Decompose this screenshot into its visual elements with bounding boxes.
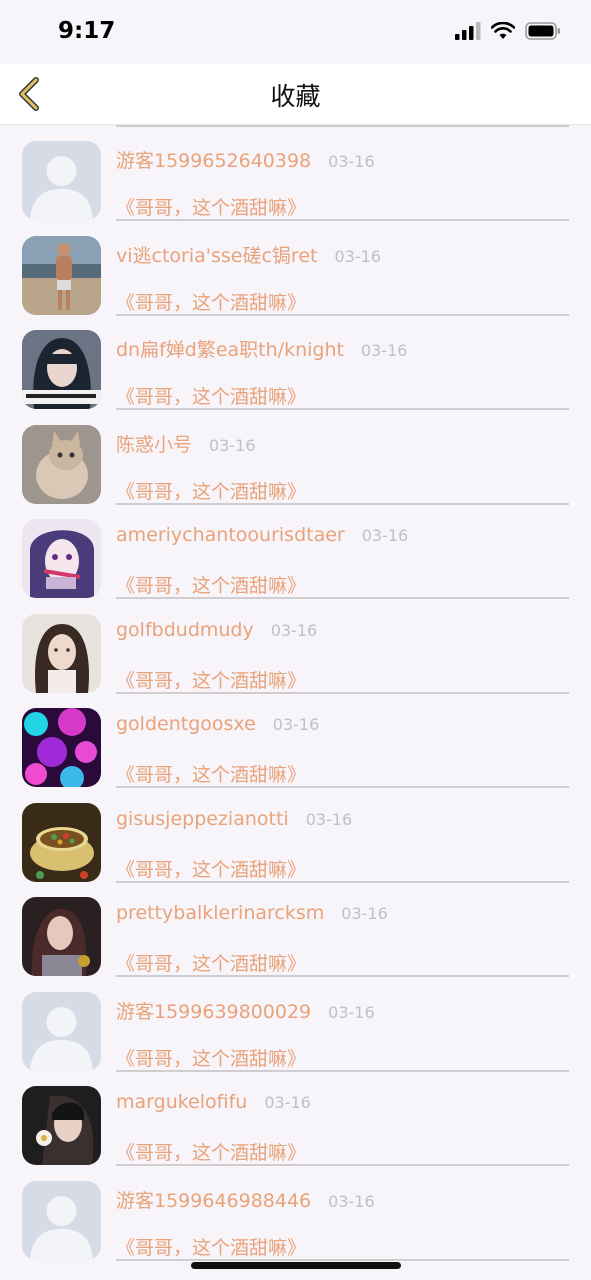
user-name[interactable]: 游客1599639800029 [116,997,311,1024]
avatar[interactable] [22,897,101,976]
item-quote[interactable]: 《哥哥，这个酒甜嘛》 [116,760,306,787]
avatar[interactable] [22,235,101,315]
item-header: vi逃ctoria'sse磋c锔ret 03-16 [116,241,381,268]
item-header: prettybalklerinarcksm 03-16 [116,902,388,924]
item-date: 03-16 [305,809,353,829]
item-header: 游客1599646988446 03-16 [116,1186,375,1213]
item-date: 03-16 [209,435,256,455]
avatar[interactable] [22,519,101,598]
user-name[interactable]: vi逃ctoria'sse磋c锔ret [116,241,317,268]
item-quote[interactable]: 《哥哥，这个酒甜嘛》 [116,1138,306,1165]
item-quote[interactable]: 《哥哥，这个酒甜嘛》 [116,949,306,976]
item-header: 陈惑小号 03-16 [116,430,256,457]
item-quote[interactable]: 《哥哥，这个酒甜嘛》 [116,855,306,882]
item-header: golfbdudmudy 03-16 [116,619,317,641]
list-item[interactable]: prettybalklerinarcksm 03-16 《哥哥，这个酒甜嘛》 [0,881,591,977]
list-item[interactable]: 游客1599639800029 03-16 《哥哥，这个酒甜嘛》 [0,976,591,1072]
list-item[interactable]: gisusjeppezianotti 03-16 《哥哥，这个酒甜嘛》 [0,787,591,883]
avatar[interactable] [22,1086,101,1165]
user-name[interactable]: gisusjeppezianotti [116,808,289,830]
list-item[interactable]: golfbdudmudy 03-16 《哥哥，这个酒甜嘛》 [0,598,591,694]
page-title: 收藏 [270,82,321,111]
list-divider [116,1258,569,1261]
list-item[interactable]: goldentgoosxe 03-16 《哥哥，这个酒甜嘛》 [0,692,591,788]
item-date: 03-16 [272,715,320,734]
item-header: goldentgoosxe 03-16 [116,713,319,735]
signal-icon [455,22,481,44]
item-date: 03-16 [360,341,408,360]
list-item[interactable]: ameriychantoourisdtaer 03-16 《哥哥，这个酒甜嘛》 [0,503,591,599]
item-quote[interactable]: 《哥哥，这个酒甜嘛》 [116,1233,306,1260]
avatar[interactable] [22,613,101,693]
avatar[interactable] [22,141,101,220]
wifi-icon [490,21,516,44]
user-name[interactable]: 陈惑小号 [116,430,192,457]
user-name[interactable]: margukelofifu [116,1091,247,1113]
item-header: dn扁f婵d繁ea职th/knight 03-16 [116,335,407,362]
item-header: 游客1599652640398 03-16 [116,146,375,173]
item-quote[interactable]: 《哥哥，这个酒甜嘛》 [116,382,306,409]
user-name[interactable]: 游客1599646988446 [116,1186,311,1213]
item-date: 03-16 [328,1002,375,1022]
user-name[interactable]: goldentgoosxe [116,713,256,735]
home-indicator [191,1262,401,1269]
item-header: margukelofifu 03-16 [116,1091,311,1113]
list-item[interactable]: dn扁f婵d繁ea职th/knight 03-16 《哥哥，这个酒甜嘛》 [0,314,591,410]
nav-bar: 收藏 [0,64,591,125]
item-date: 03-16 [334,246,381,266]
user-name[interactable]: golfbdudmudy [116,619,254,641]
item-date: 03-16 [270,620,318,640]
item-quote[interactable]: 《哥哥，这个酒甜嘛》 [116,666,306,693]
item-quote[interactable]: 《哥哥，这个酒甜嘛》 [116,288,306,315]
favorites-list[interactable]: 游客1599652640398 03-16 《哥哥，这个酒甜嘛》 vi逃ctoria'… [0,125,591,1280]
battery-icon [525,22,561,44]
item-quote[interactable]: 《哥哥，这个酒甜嘛》 [116,571,306,598]
item-quote[interactable]: 《哥哥，这个酒甜嘛》 [116,477,306,504]
status-bar: 9:17 [0,0,591,64]
item-quote[interactable]: 《哥哥，这个酒甜嘛》 [116,1044,306,1071]
status-icons [455,21,561,44]
list-item[interactable]: 游客1599652640398 03-16 《哥哥，这个酒甜嘛》 [0,125,591,221]
item-header: 游客1599639800029 03-16 [116,997,375,1024]
status-time: 9:17 [58,18,116,44]
user-name[interactable]: dn扁f婵d繁ea职th/knight [116,335,344,362]
avatar[interactable] [22,708,101,787]
avatar[interactable] [22,424,101,504]
avatar[interactable] [22,1180,101,1260]
list-item[interactable]: margukelofifu 03-16 《哥哥，这个酒甜嘛》 [0,1070,591,1166]
item-header: ameriychantoourisdtaer 03-16 [116,524,408,546]
item-date: 03-16 [341,904,388,923]
user-name[interactable]: ameriychantoourisdtaer [116,524,345,546]
item-date: 03-16 [264,1093,311,1112]
item-date: 03-16 [328,152,375,171]
item-date: 03-16 [361,526,409,545]
item-quote[interactable]: 《哥哥，这个酒甜嘛》 [116,193,306,220]
avatar[interactable] [22,802,101,882]
list-item[interactable]: 游客1599646988446 03-16 《哥哥，这个酒甜嘛》 [0,1165,591,1261]
list-item[interactable]: vi逃ctoria'sse磋c锔ret 03-16 《哥哥，这个酒甜嘛》 [0,220,591,316]
user-name[interactable]: 游客1599652640398 [116,146,311,173]
list-item[interactable]: 陈惑小号 03-16 《哥哥，这个酒甜嘛》 [0,409,591,505]
item-date: 03-16 [328,1191,375,1211]
avatar[interactable] [22,330,101,409]
user-name[interactable]: prettybalklerinarcksm [116,902,324,924]
avatar[interactable] [22,991,101,1071]
item-header: gisusjeppezianotti 03-16 [116,808,352,830]
